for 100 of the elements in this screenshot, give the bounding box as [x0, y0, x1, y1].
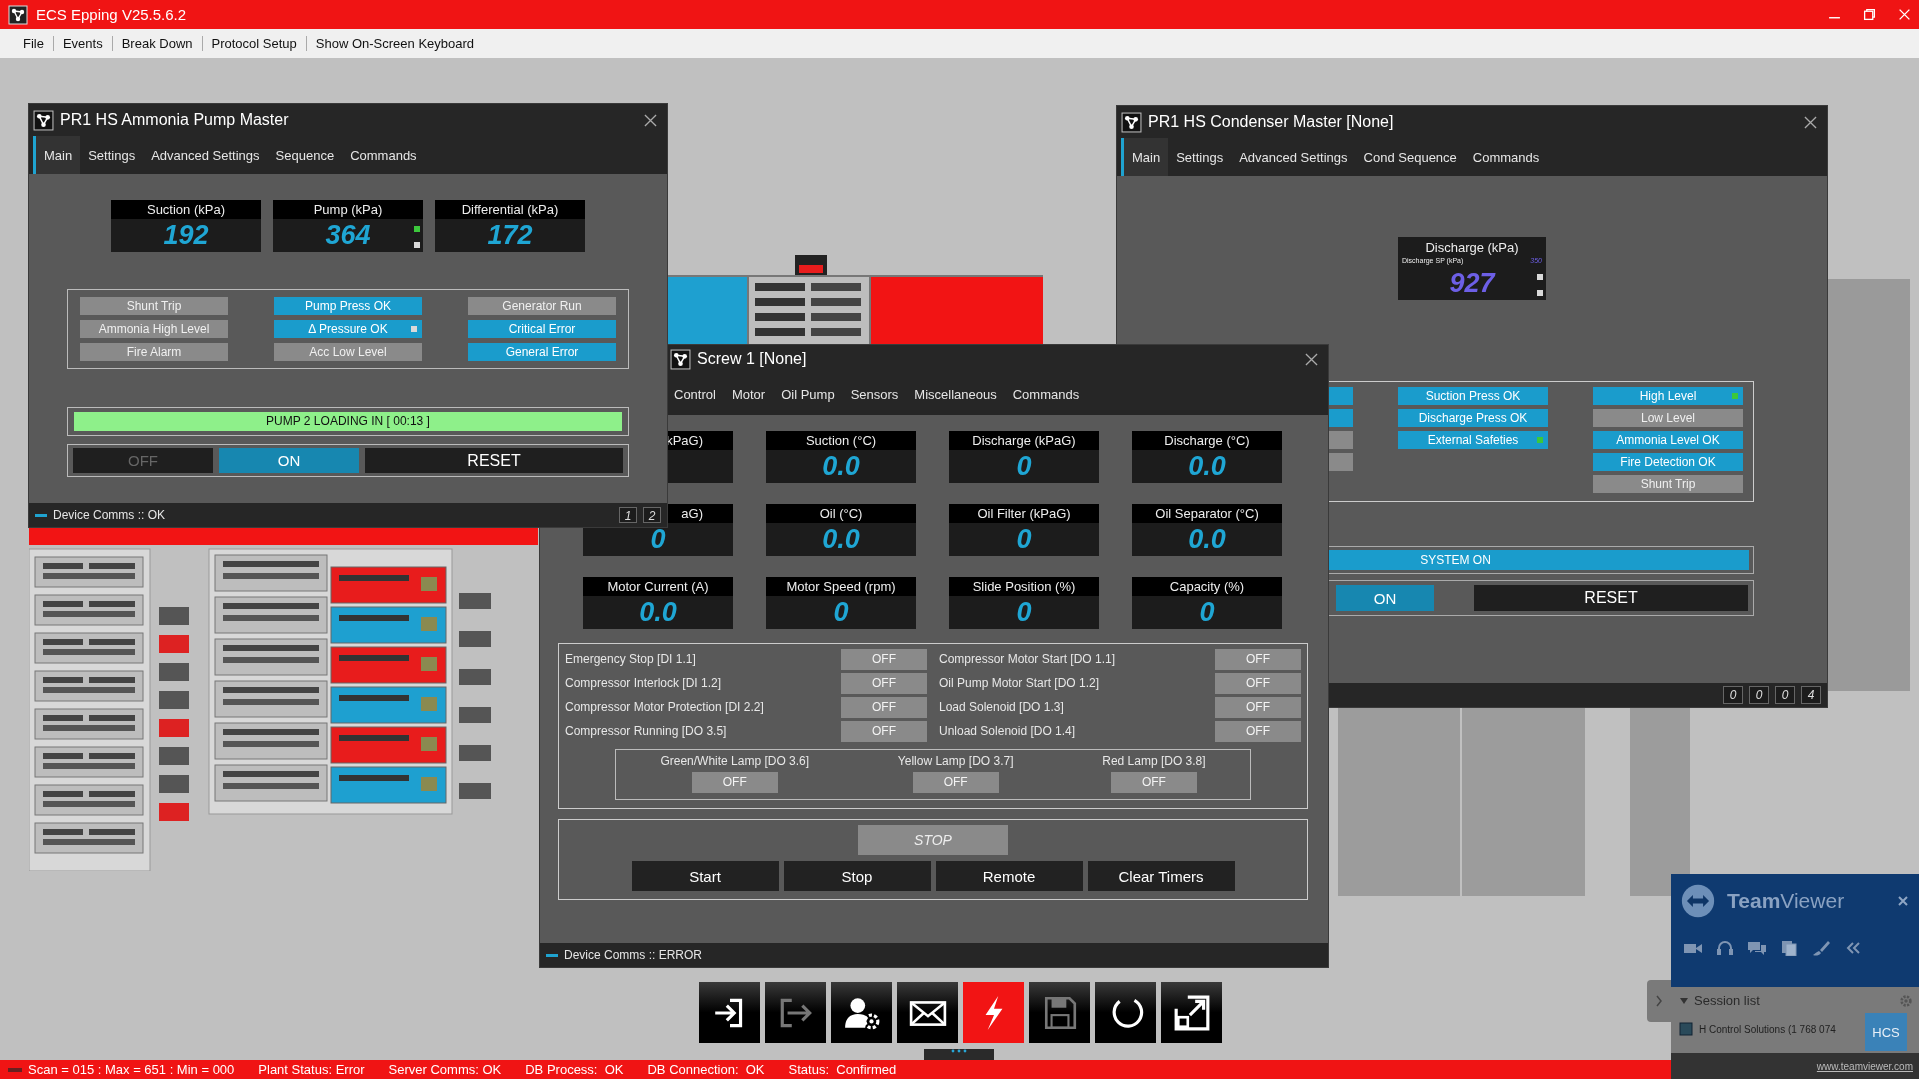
state-indicator: OFF [841, 672, 927, 694]
io-label: Red Lamp [DO 3.8] [1102, 754, 1206, 768]
close-icon[interactable] [1305, 352, 1318, 366]
menu-item[interactable]: Break Down [112, 36, 202, 51]
tab[interactable]: Commands [1004, 373, 1088, 415]
expand-button[interactable] [1161, 982, 1222, 1043]
command-button[interactable]: Start [631, 861, 779, 891]
alarm-button[interactable] [963, 982, 1024, 1043]
page-button[interactable]: 1 [619, 507, 637, 523]
menu-item[interactable]: File [14, 36, 53, 51]
status-text: Scan = 015 : Max = 651 : Min = 000 [28, 1062, 235, 1077]
state-indicator: OFF [1110, 772, 1197, 793]
status-indicator: Δ Pressure OK [274, 320, 422, 338]
reading-label: Oil (°C) [766, 504, 916, 523]
status-indicator: Ammonia High Level [80, 320, 228, 338]
refresh-button[interactable] [1095, 982, 1156, 1043]
counter: 0 [1723, 686, 1743, 704]
menu-item[interactable]: Events [53, 36, 112, 51]
reading-value: 172 [486, 219, 534, 252]
company-logo: HCS [1865, 1013, 1907, 1051]
command-button[interactable]: Clear Timers [1087, 861, 1235, 891]
state-indicator: OFF [1215, 648, 1301, 670]
tab[interactable]: Main [1121, 138, 1169, 176]
status-indicator: Fire Detection OK [1593, 453, 1743, 471]
reading-value: 0 [1015, 450, 1033, 483]
tab[interactable]: Motor [723, 373, 774, 415]
command-button[interactable]: Remote [935, 861, 1083, 891]
app-name: TeamViewer [1727, 889, 1845, 913]
menu-item[interactable]: Show On-Screen Keyboard [306, 36, 484, 51]
status-text: DB Process: OK [525, 1062, 624, 1077]
tab[interactable]: Settings [1168, 138, 1232, 176]
maximize-icon[interactable] [1863, 8, 1876, 21]
network-icon [33, 109, 54, 131]
website-link[interactable]: www.teamviewer.com [1816, 1060, 1913, 1072]
window-title: PR1 HS Ammonia Pump Master [60, 111, 289, 129]
close-icon[interactable] [644, 113, 657, 127]
reading-label: Suction (°C) [766, 431, 916, 450]
user-settings-button[interactable] [831, 982, 892, 1043]
status-indicator: High Level [1593, 387, 1743, 405]
reading-label: Discharge (°C) [1132, 431, 1282, 450]
headset-icon[interactable] [1715, 940, 1735, 956]
reading-label: Capacity (%) [1132, 577, 1282, 596]
toolbar-handle[interactable] [924, 1049, 994, 1060]
network-icon [8, 4, 28, 25]
state-indicator: OFF [841, 720, 927, 742]
status-indicator: Discharge Press OK [1398, 409, 1548, 427]
reading-value: 0 [832, 596, 850, 629]
page-button[interactable]: 2 [643, 507, 661, 523]
tab[interactable]: Commands [1464, 138, 1548, 176]
mail-button[interactable] [897, 982, 958, 1043]
reading-label: Motor Current (A) [583, 577, 733, 596]
reading-value: 0.0 [638, 596, 678, 629]
tab[interactable]: Oil Pump [773, 373, 843, 415]
tab[interactable]: Sequence [267, 136, 343, 174]
reading-value: 0.0 [821, 523, 861, 556]
tab[interactable]: Advanced Settings [1231, 138, 1356, 176]
mode-button[interactable]: ON [219, 448, 359, 473]
dots-icon [950, 1049, 968, 1053]
reading-value: 0.0 [1187, 450, 1227, 483]
close-icon[interactable] [1804, 115, 1817, 129]
brush-icon[interactable] [1811, 940, 1831, 956]
status-indicator: Acc Low Level [274, 343, 422, 361]
caret-icon [1679, 996, 1689, 1005]
tab[interactable]: Advanced Settings [143, 136, 268, 174]
tab[interactable]: Sensors [842, 373, 907, 415]
mode-button[interactable]: ON [1336, 585, 1434, 611]
reading-label: Oil Separator (°C) [1132, 504, 1282, 523]
status-indicator: Fire Alarm [80, 343, 228, 361]
tab[interactable]: Control [666, 373, 724, 415]
reset-button[interactable]: RESET [1474, 585, 1748, 611]
window-title: Screw 1 [None] [697, 350, 807, 368]
chat-icon[interactable] [1747, 940, 1767, 956]
io-label: Compressor Interlock [DI 1.2] [565, 676, 722, 690]
io-label: Compressor Motor Start [DO 1.1] [939, 652, 1116, 666]
files-icon[interactable] [1779, 940, 1799, 956]
io-label: Unload Solenoid [DO 1.4] [939, 724, 1076, 738]
status-icon [8, 1067, 22, 1072]
reading-label: Suction (kPa) [111, 200, 261, 219]
status-indicator: External Safeties [1398, 431, 1548, 449]
tab[interactable]: Miscellaneous [906, 373, 1005, 415]
status-text: Plant Status: Error [258, 1062, 365, 1077]
counter: 0 [1775, 686, 1795, 704]
tab[interactable]: Main [33, 136, 81, 174]
tab[interactable]: Settings [80, 136, 144, 174]
io-label: Compressor Motor Protection [DI 2.2] [565, 700, 764, 714]
reading-value: 0 [649, 523, 667, 556]
tab[interactable]: Commands [342, 136, 425, 174]
command-button[interactable]: Stop [783, 861, 931, 891]
io-label: Compressor Running [DO 3.5] [565, 724, 727, 738]
login-button[interactable] [699, 982, 760, 1043]
close-icon[interactable] [1897, 895, 1909, 907]
counter: 4 [1801, 686, 1821, 704]
status-indicator: General Error [468, 343, 616, 361]
io-label: Yellow Lamp [DO 3.7] [897, 754, 1014, 768]
status-text: Server Comms: OK [388, 1062, 502, 1077]
session-item[interactable]: H Control Solutions (1 768 074 [1699, 1023, 1836, 1035]
tab[interactable]: Cond Sequence [1355, 138, 1465, 176]
reading-label: Motor Speed (rpm) [766, 577, 916, 596]
menu-item[interactable]: Protocol Setup [202, 36, 306, 51]
reset-button[interactable]: RESET [365, 448, 623, 473]
